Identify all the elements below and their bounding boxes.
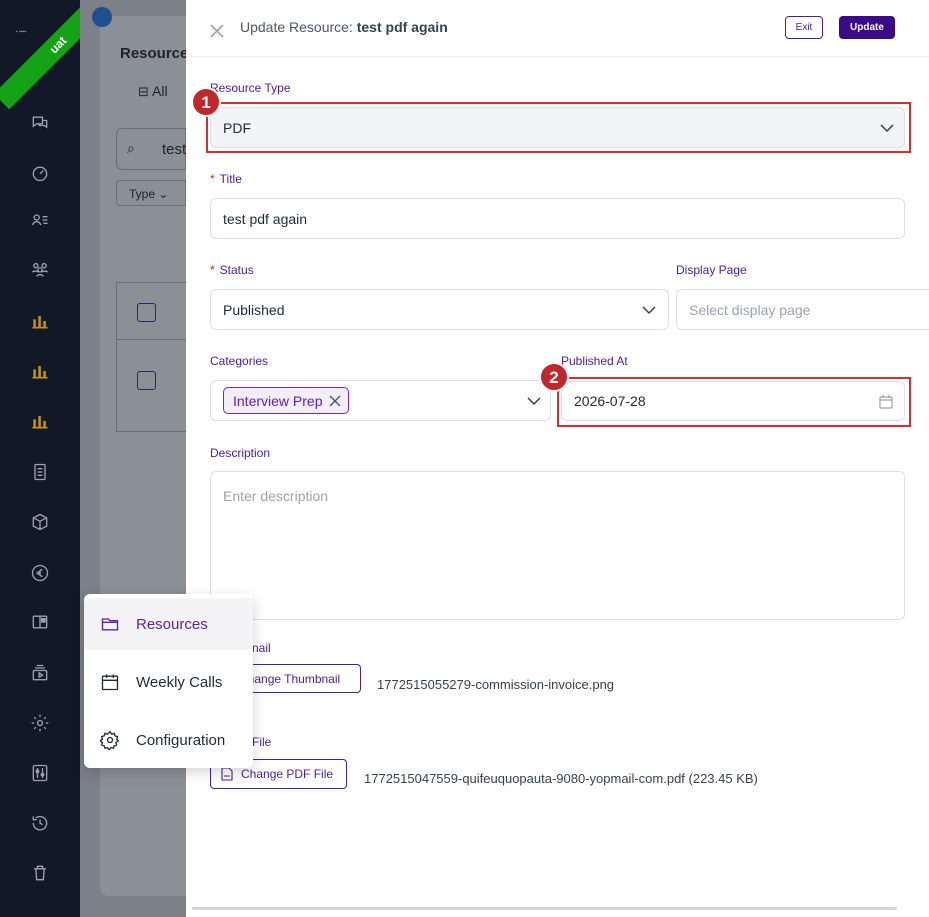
background-filter-all: ⊟ All (138, 83, 168, 100)
update-button[interactable]: Update (839, 16, 895, 39)
background-search-value: test (162, 141, 187, 158)
pdf-file-icon (221, 767, 233, 781)
categories-label: Categories (210, 354, 269, 368)
sidebar: ▪ ▪▪▪▪ uat (0, 0, 123, 917)
display-page-select[interactable]: Select display page (676, 289, 929, 330)
status-value: Published (223, 301, 285, 318)
title-label: * Title (210, 172, 242, 186)
display-page-placeholder: Select display page (689, 301, 811, 318)
background-type-filter: Type ⌄ (116, 180, 186, 206)
chevron-down-icon (642, 306, 656, 315)
table-divider (117, 339, 187, 340)
category-tag: Interview Prep (223, 387, 350, 414)
drawer-title-name: test pdf again (356, 19, 448, 35)
background-filter-all-label: All (152, 83, 168, 99)
menu-item-label: Weekly Calls (136, 673, 223, 691)
folder-icon (101, 618, 119, 631)
menu-item-weekly-calls[interactable]: Weekly Calls (84, 656, 253, 708)
chat-icon[interactable] (28, 111, 52, 135)
media-icon[interactable] (28, 661, 52, 685)
close-icon[interactable] (208, 22, 226, 40)
user-list-icon[interactable] (28, 208, 52, 232)
background-search: ⌕ test (116, 128, 186, 170)
background-type-filter-label: Type (129, 187, 156, 201)
category-tag-label: Interview Prep (233, 392, 323, 409)
description-label: Description (210, 446, 271, 460)
pdf-file-label: File (252, 735, 272, 749)
published-at-label: Published At (561, 354, 628, 368)
history-icon[interactable] (28, 811, 52, 835)
search-icon: ⌕ (127, 140, 135, 156)
calendar-icon (101, 674, 119, 691)
background-table (116, 282, 187, 432)
status-select[interactable]: Published (210, 289, 669, 330)
chevron-down-icon (527, 397, 541, 406)
popup-menu: Resources Weekly Calls Configuration (84, 594, 253, 768)
title-input[interactable]: test pdf again (210, 198, 905, 239)
gear-icon[interactable] (28, 711, 52, 735)
menu-item-resources[interactable]: Resources (84, 598, 253, 650)
book-icon[interactable] (28, 610, 52, 634)
menu-item-configuration[interactable]: Configuration (84, 714, 253, 766)
highlight-box-2 (557, 377, 911, 427)
change-pdf-button-label: Change PDF File (241, 767, 334, 781)
categories-select[interactable]: Interview Prep (210, 380, 551, 421)
thumbnail-label: nail (252, 641, 271, 655)
remove-tag-icon[interactable] (328, 394, 342, 408)
display-page-label: Display Page (676, 263, 747, 277)
title-label-text: Title (219, 172, 242, 186)
inbox-icon: ⊟ (138, 84, 149, 99)
users-icon[interactable] (28, 257, 52, 281)
highlight-box-1 (206, 102, 911, 153)
drawer-header: Update Resource: test pdf again Exit Upd… (186, 0, 929, 57)
bar-chart-icon[interactable] (28, 309, 52, 333)
resource-type-label: Resource Type (210, 81, 291, 95)
bar-chart-icon[interactable] (28, 359, 52, 383)
background-avatar (92, 7, 112, 27)
exit-button[interactable]: Exit (785, 16, 823, 39)
status-label-text: Status (219, 263, 254, 277)
horizontal-scrollbar[interactable] (192, 907, 897, 910)
status-label: * Status (210, 263, 254, 277)
menu-item-label: Configuration (136, 731, 226, 749)
document-icon[interactable] (28, 460, 52, 484)
marker-1: 1 (191, 87, 221, 117)
update-resource-drawer: Update Resource: test pdf again Exit Upd… (186, 0, 929, 917)
cube-icon[interactable] (28, 510, 52, 534)
drawer-title: Update Resource: test pdf again (240, 19, 448, 35)
title-input-value: test pdf again (223, 210, 308, 227)
drawer-title-prefix: Update Resource: (240, 19, 353, 35)
euro-icon[interactable] (28, 561, 52, 585)
row-checkbox (137, 371, 156, 390)
marker-2: 2 (539, 362, 569, 392)
menu-item-label: Resources (136, 615, 208, 633)
sliders-icon[interactable] (28, 761, 52, 785)
gear-icon (100, 730, 120, 750)
description-textarea[interactable]: Enter description (210, 471, 905, 620)
pdf-filename: 1772515047559-quifeuquopauta-9080-yopmai… (364, 771, 758, 786)
brand-logo: ▪ ▪▪▪▪ (16, 29, 27, 35)
trash-icon[interactable] (28, 861, 52, 885)
select-all-checkbox (137, 303, 156, 322)
background-heading: Resource (120, 45, 189, 62)
dashboard-icon[interactable] (28, 161, 52, 185)
thumbnail-filename: 1772515055279-commission-invoice.png (377, 677, 615, 692)
description-placeholder: Enter description (223, 488, 329, 504)
bar-chart-icon[interactable] (28, 409, 52, 433)
